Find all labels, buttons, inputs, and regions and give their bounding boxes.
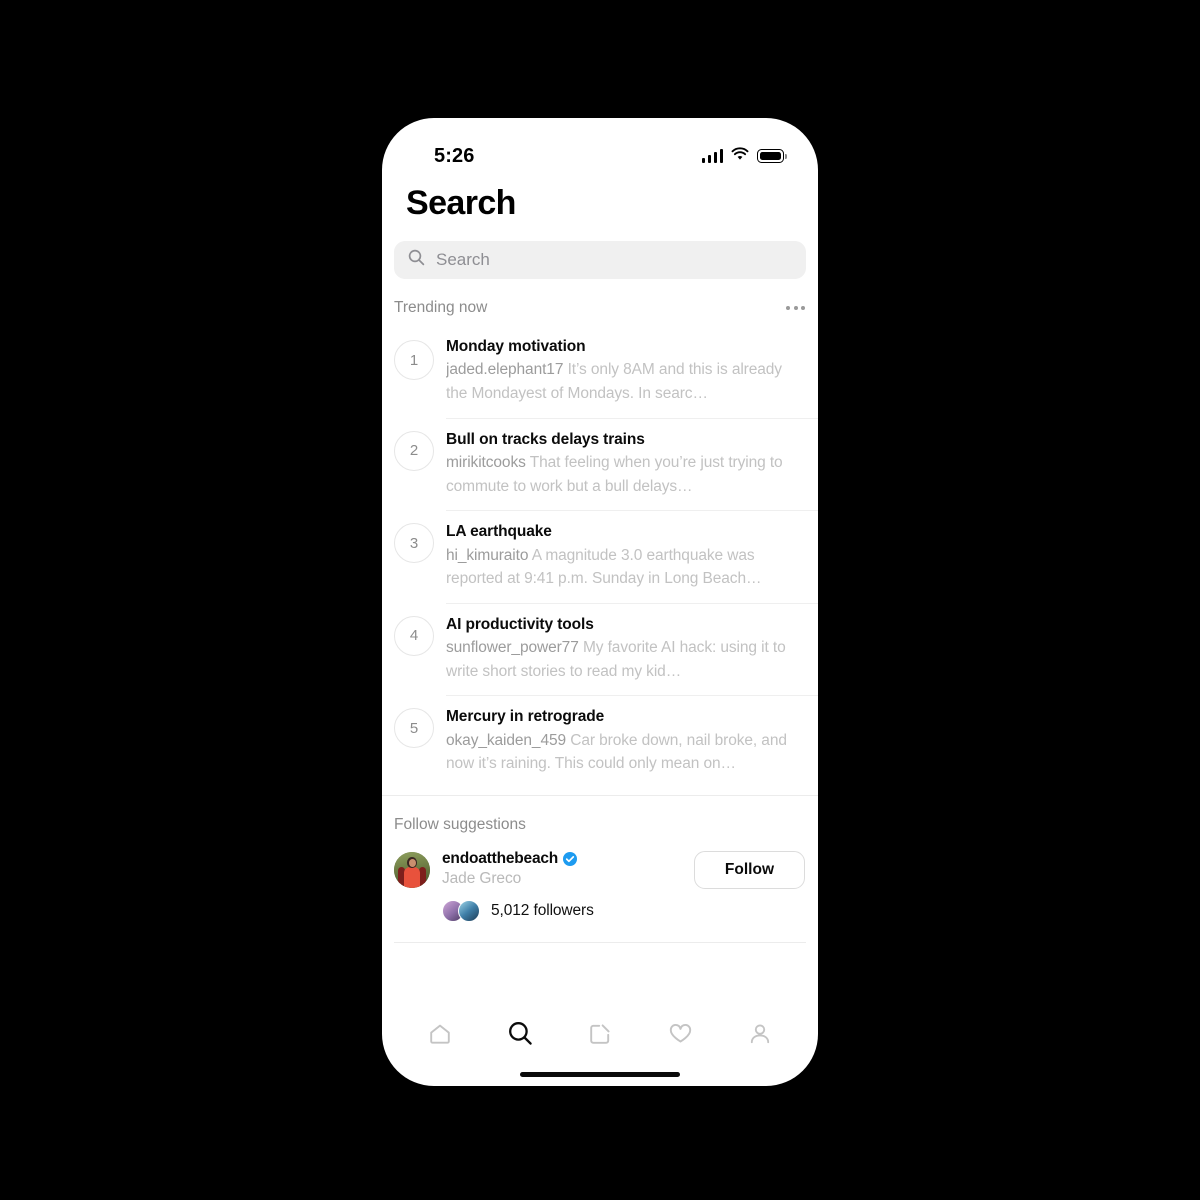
trending-item-handle: sunflower_power77 bbox=[446, 639, 579, 657]
trending-item-title: LA earthquake bbox=[446, 523, 552, 541]
status-bar: 5:26 bbox=[382, 118, 818, 180]
trending-item[interactable]: 3 LA earthquake hi_kimuraito A magnitude… bbox=[382, 510, 818, 603]
follow-suggestion-handle[interactable]: endoatthebeach bbox=[442, 850, 558, 868]
trending-item-handle: jaded.elephant17 bbox=[446, 361, 564, 379]
trending-item-body: Mercury in retrograde okay_kaiden_459 Ca… bbox=[446, 695, 818, 788]
trending-item-handle: mirikitcooks bbox=[446, 454, 526, 472]
bottom-tab-bar bbox=[382, 1000, 818, 1072]
follower-avatars bbox=[442, 899, 480, 922]
phone-frame: 5:26 Search Search Trending now 1 Monday… bbox=[382, 118, 818, 1086]
trending-item-title: AI productivity tools bbox=[446, 615, 594, 633]
section-divider bbox=[394, 941, 806, 943]
tab-compose[interactable] bbox=[578, 1014, 622, 1058]
trending-item-snippet: okay_kaiden_459 Car broke down, nail bro… bbox=[446, 729, 804, 776]
trending-section-header: Trending now bbox=[382, 279, 818, 327]
verified-badge-icon bbox=[563, 851, 578, 866]
trending-item[interactable]: 4 AI productivity tools sunflower_power7… bbox=[382, 602, 818, 696]
battery-full-icon bbox=[757, 149, 787, 163]
avatar[interactable] bbox=[394, 851, 430, 888]
trending-item-title: Mercury in retrograde bbox=[446, 708, 605, 726]
profile-icon bbox=[747, 1021, 773, 1052]
trending-list: 1 Monday motivation jaded.elephant17 It’… bbox=[382, 327, 818, 788]
trending-rank-badge: 4 bbox=[394, 615, 434, 656]
follow-suggestion-name-row: endoatthebeach bbox=[442, 850, 694, 868]
screenshot-canvas: 5:26 Search Search Trending now 1 Monday… bbox=[0, 0, 1200, 1200]
follower-avatar bbox=[458, 899, 480, 922]
search-icon bbox=[408, 249, 425, 271]
tab-search[interactable] bbox=[498, 1014, 542, 1058]
heart-icon bbox=[667, 1020, 694, 1052]
home-indicator bbox=[520, 1072, 680, 1077]
more-horizontal-icon[interactable] bbox=[786, 306, 805, 310]
follow-suggestions-header: Follow suggestions bbox=[382, 796, 818, 846]
trending-item-handle: hi_kimuraito bbox=[446, 546, 529, 564]
trending-item-body: LA earthquake hi_kimuraito A magnitude 3… bbox=[446, 510, 818, 603]
trending-rank-badge: 5 bbox=[394, 708, 434, 749]
trending-item-title: Bull on tracks delays trains bbox=[446, 430, 645, 448]
follow-suggestions-title: Follow suggestions bbox=[394, 815, 526, 833]
compose-icon bbox=[587, 1021, 613, 1052]
trending-item-snippet: sunflower_power77 My favorite AI hack: u… bbox=[446, 636, 804, 683]
trending-item-title: Monday motivation bbox=[446, 338, 586, 355]
trending-rank-badge: 2 bbox=[394, 430, 434, 471]
followers-row: 5,012 followers bbox=[442, 899, 694, 922]
search-icon bbox=[507, 1020, 534, 1052]
trending-item[interactable]: 5 Mercury in retrograde okay_kaiden_459 … bbox=[382, 695, 818, 788]
follow-suggestion-display-name: Jade Greco bbox=[442, 869, 522, 887]
trending-item-body: AI productivity tools sunflower_power77 … bbox=[446, 602, 818, 696]
search-input[interactable]: Search bbox=[394, 241, 806, 279]
wifi-icon bbox=[731, 146, 749, 166]
page-title-area: Search bbox=[382, 180, 818, 223]
content-scroll-area[interactable]: Trending now 1 Monday motivation jaded.e… bbox=[382, 279, 818, 1000]
tab-home[interactable] bbox=[418, 1014, 462, 1058]
follow-button[interactable]: Follow bbox=[693, 850, 805, 889]
trending-item[interactable]: 2 Bull on tracks delays trains mirikitco… bbox=[382, 417, 818, 511]
tab-activity[interactable] bbox=[658, 1014, 702, 1058]
trending-rank-badge: 3 bbox=[394, 523, 434, 564]
follow-suggestions-section: Follow suggestions endoatthebeach Jade G… bbox=[382, 794, 818, 943]
follow-suggestion-row[interactable]: endoatthebeach Jade Greco 5,012 follower… bbox=[382, 846, 818, 922]
trending-item[interactable]: 1 Monday motivation jaded.elephant17 It’… bbox=[382, 327, 818, 418]
trending-item-body: Monday motivation jaded.elephant17 It’s … bbox=[446, 327, 818, 418]
status-bar-icons bbox=[701, 146, 787, 166]
cellular-signal-icon bbox=[701, 149, 723, 163]
trending-item-snippet: jaded.elephant17 It’s only 8AM and this … bbox=[446, 358, 804, 405]
trending-item-body: Bull on tracks delays trains mirikitcook… bbox=[446, 417, 818, 511]
status-bar-time: 5:26 bbox=[434, 144, 475, 167]
trending-item-handle: okay_kaiden_459 bbox=[446, 731, 567, 749]
home-icon bbox=[427, 1021, 453, 1052]
trending-item-snippet: hi_kimuraito A magnitude 3.0 earthquake … bbox=[446, 544, 804, 591]
followers-count: 5,012 followers bbox=[491, 901, 594, 919]
trending-section-title: Trending now bbox=[394, 299, 488, 316]
trending-rank-badge: 1 bbox=[394, 340, 434, 380]
page-title: Search bbox=[406, 184, 516, 222]
search-placeholder: Search bbox=[436, 250, 490, 269]
tab-profile[interactable] bbox=[738, 1014, 782, 1058]
trending-item-snippet: mirikitcooks That feeling when you’re ju… bbox=[446, 451, 804, 498]
follow-suggestion-info: endoatthebeach Jade Greco 5,012 follower… bbox=[442, 846, 694, 922]
